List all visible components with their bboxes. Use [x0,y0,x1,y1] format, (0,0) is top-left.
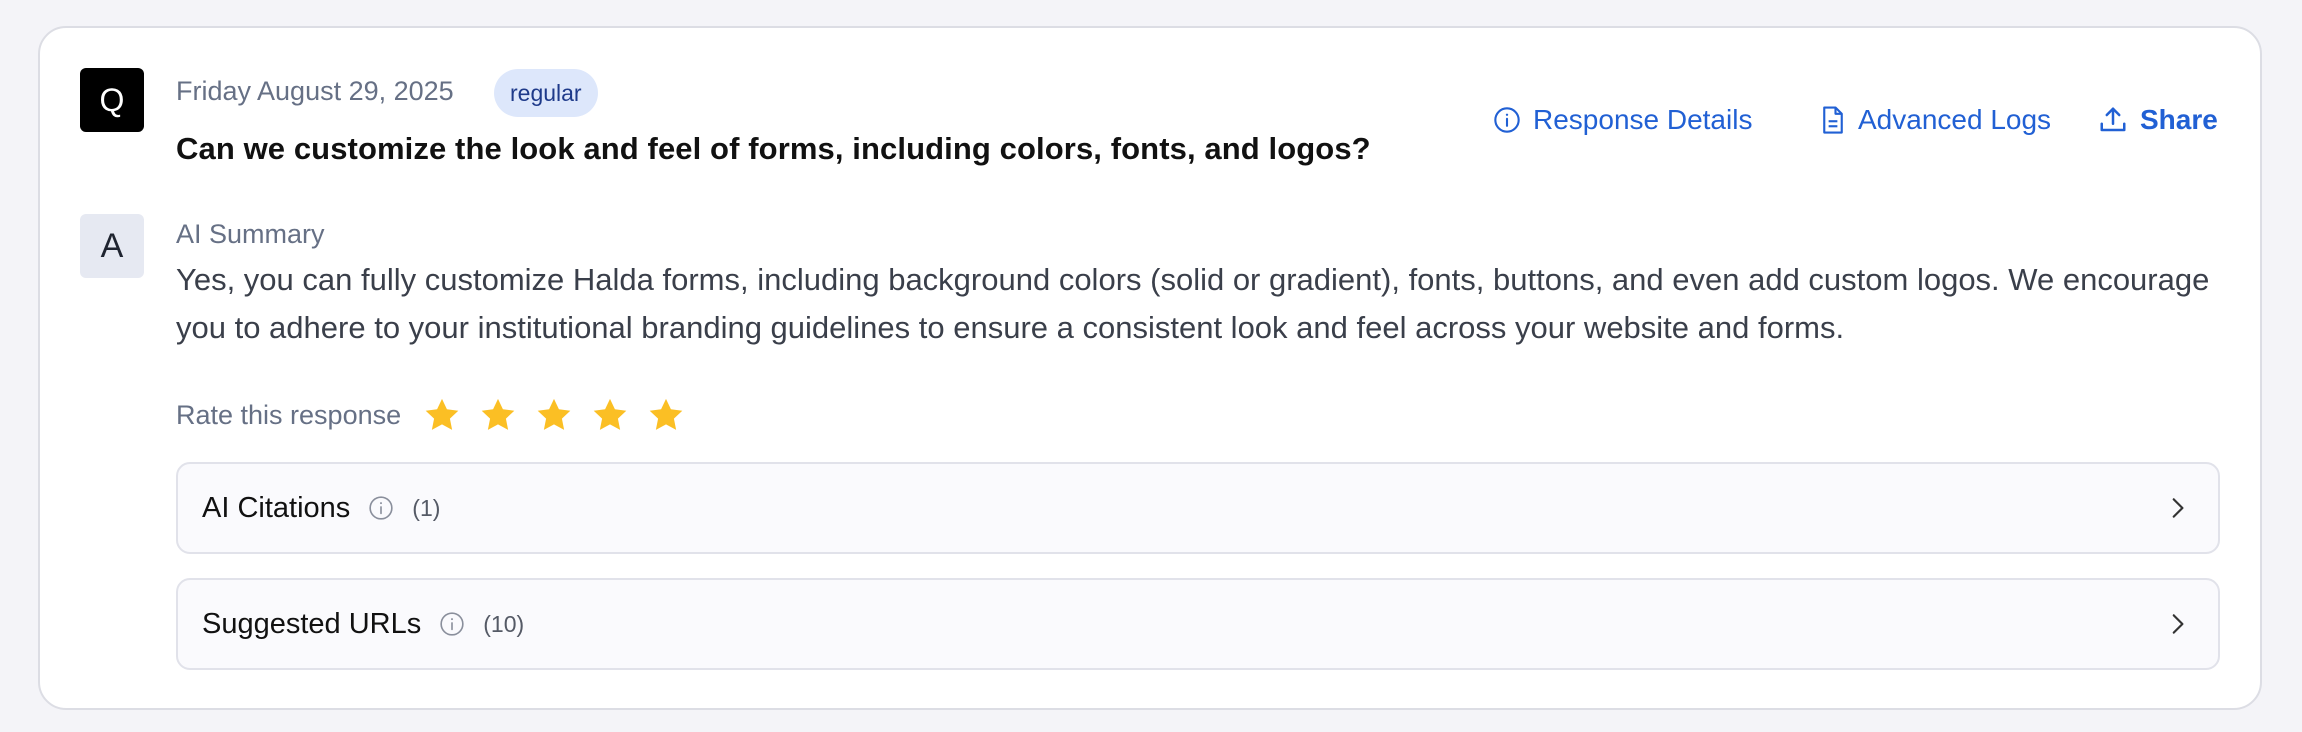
share-label: Share [2140,104,2218,135]
rating-row: Rate this response [176,396,685,434]
advanced-logs-button[interactable]: Advanced Logs [1820,104,2051,136]
advanced-logs-label: Advanced Logs [1858,104,2052,135]
ai-summary-text: Yes, you can fully customize Halda forms… [176,262,2210,345]
info-circle-icon[interactable] [368,495,394,521]
ai-citations-title: AI Citations [202,491,351,524]
suggested-urls-panel[interactable]: Suggested URLs (10) [176,578,2220,670]
answer-avatar: A [80,214,144,278]
rating-label: Rate this response [176,399,402,430]
ai-citations-panel[interactable]: AI Citations (1) [176,462,2220,554]
star-icon[interactable] [591,396,629,434]
ai-citations-count: (1) [412,494,441,521]
share-button[interactable]: Share [2098,104,2218,136]
star-rating [423,396,685,434]
ai-summary-label: AI Summary [176,219,325,249]
info-circle-icon [1494,107,1520,133]
info-circle-icon[interactable] [439,611,465,637]
chevron-right-icon [2164,610,2190,643]
chevron-right-icon [2164,494,2190,527]
star-icon[interactable] [423,396,461,434]
question-date: Friday August 29, 2025 [176,76,454,106]
upload-share-icon [2100,107,2126,132]
qa-card: Q Friday August 29, 2025 regular Can we … [38,26,2262,710]
document-icon [1823,106,1843,134]
suggested-urls-count: (10) [483,610,525,637]
star-icon[interactable] [479,396,517,434]
suggested-urls-title: Suggested URLs [202,607,422,640]
star-icon[interactable] [535,396,573,434]
star-icon[interactable] [647,396,685,434]
action-bar: Response Details Advanced Logs Share [40,104,2260,144]
response-details-label: Response Details [1533,104,1753,135]
response-details-button[interactable]: Response Details [1493,104,1752,136]
